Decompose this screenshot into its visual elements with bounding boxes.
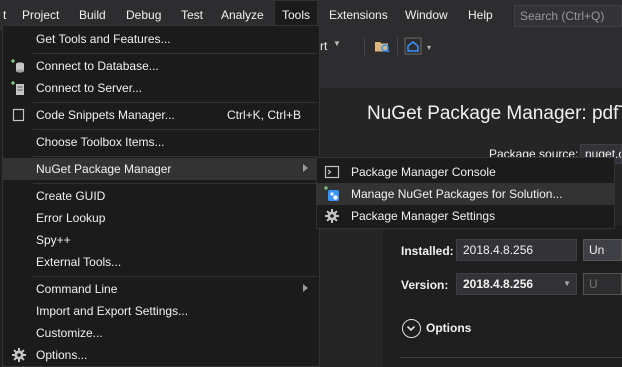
- submenu-item-label: Package Manager Console: [351, 165, 496, 179]
- version-value: 2018.4.8.256: [463, 277, 534, 291]
- menu-item-label: Connect to Database...: [36, 59, 159, 73]
- gear-icon: [325, 209, 339, 223]
- chevron-right-icon: [303, 164, 308, 172]
- uninstall-button[interactable]: Un: [583, 239, 622, 261]
- menu-item-customize[interactable]: Customize...: [3, 322, 319, 344]
- version-label: Version:: [401, 278, 449, 292]
- menu-item-label: Get Tools and Features...: [36, 32, 171, 46]
- submenu-item-label: Manage NuGet Packages for Solution...: [351, 187, 563, 201]
- menu-window[interactable]: Window: [398, 0, 455, 31]
- menu-item-label: Code Snippets Manager...: [36, 108, 175, 122]
- menu-item-get-tools[interactable]: Get Tools and Features...: [3, 28, 319, 50]
- database-connect-icon: [11, 59, 24, 73]
- menu-item-shortcut: Ctrl+K, Ctrl+B: [227, 108, 302, 122]
- menu-item-connect-database[interactable]: Connect to Database...: [3, 55, 319, 77]
- tab-strip: [320, 62, 622, 88]
- chevron-right-icon: [303, 284, 308, 292]
- menu-item-code-snippets[interactable]: Code Snippets Manager... Ctrl+K, Ctrl+B: [3, 104, 319, 126]
- menu-item-label: Spy++: [36, 233, 71, 247]
- menu-item-label: Customize...: [36, 326, 103, 340]
- menu-item-options[interactable]: Options...: [3, 344, 319, 366]
- submenu-item-manage-packages[interactable]: Manage NuGet Packages for Solution...: [317, 183, 614, 205]
- version-select[interactable]: 2018.4.8.256 ▼: [456, 273, 577, 295]
- menu-item-label: Options...: [36, 348, 88, 362]
- home-icon[interactable]: [404, 37, 422, 55]
- menu-item-label: Command Line: [36, 282, 118, 296]
- menu-item-label: External Tools...: [36, 255, 122, 269]
- installed-version-field: 2018.4.8.256: [456, 239, 577, 261]
- installed-label: Installed:: [401, 244, 454, 258]
- menu-item-label: Import and Export Settings...: [36, 304, 189, 318]
- menu-help[interactable]: Help: [461, 0, 500, 31]
- toolbar-separator: [364, 37, 365, 55]
- toolbar: rt ▼ ▾: [320, 31, 622, 62]
- chevron-down-icon[interactable]: ▼: [333, 39, 341, 48]
- console-icon: [324, 165, 340, 179]
- menu-separator: [33, 129, 317, 130]
- menu-item-nuget[interactable]: NuGet Package Manager: [3, 158, 319, 180]
- divider: [400, 357, 622, 358]
- menu-item-connect-server[interactable]: Connect to Server...: [3, 77, 319, 99]
- menu-item-create-guid[interactable]: Create GUID: [3, 185, 319, 207]
- tools-menu: Get Tools and Features... Connect to Dat…: [2, 25, 320, 367]
- submenu-item-settings[interactable]: Package Manager Settings: [317, 205, 614, 227]
- update-button[interactable]: U: [583, 273, 622, 295]
- menu-item-label: Error Lookup: [36, 211, 106, 225]
- menu-item-spy[interactable]: Spy++: [3, 229, 319, 251]
- gear-icon: [12, 348, 26, 362]
- submenu-item-console[interactable]: Package Manager Console: [317, 161, 614, 183]
- page-title: NuGet Package Manager: pdfTo: [367, 103, 622, 124]
- server-connect-icon: [11, 81, 24, 95]
- menu-separator: [33, 276, 317, 277]
- menu-separator: [33, 183, 317, 184]
- menu-item-import-export[interactable]: Import and Export Settings...: [3, 300, 319, 322]
- toolbar-separator: [397, 37, 398, 55]
- folder-search-icon[interactable]: [373, 37, 391, 55]
- menu-separator: [33, 102, 317, 103]
- menu-item-command-line[interactable]: Command Line: [3, 278, 319, 300]
- menu-separator: [33, 156, 317, 157]
- nuget-package-icon: [324, 186, 339, 201]
- menu-item-label: Connect to Server...: [36, 81, 143, 95]
- nuget-submenu: Package Manager Console Manage NuGet Pac…: [316, 157, 615, 229]
- menu-item-label: NuGet Package Manager: [36, 162, 172, 176]
- snippet-icon: [12, 108, 25, 122]
- menu-item-error-lookup[interactable]: Error Lookup: [3, 207, 319, 229]
- menu-extensions[interactable]: Extensions: [322, 0, 395, 31]
- start-button-label[interactable]: rt: [320, 39, 327, 53]
- menu-item-external-tools[interactable]: External Tools...: [3, 251, 319, 273]
- menu-item-choose-toolbox[interactable]: Choose Toolbox Items...: [3, 131, 319, 153]
- chevron-down-icon: [402, 319, 421, 338]
- menu-item-label: Create GUID: [36, 189, 106, 203]
- chevron-down-icon: ▼: [563, 279, 571, 288]
- submenu-item-label: Package Manager Settings: [351, 209, 496, 223]
- menu-item-label: Choose Toolbox Items...: [36, 135, 165, 149]
- search-input[interactable]: Search (Ctrl+Q): [514, 5, 622, 27]
- chevron-down-icon[interactable]: ▾: [427, 43, 431, 52]
- options-label: Options: [426, 321, 472, 335]
- menu-separator: [33, 53, 317, 54]
